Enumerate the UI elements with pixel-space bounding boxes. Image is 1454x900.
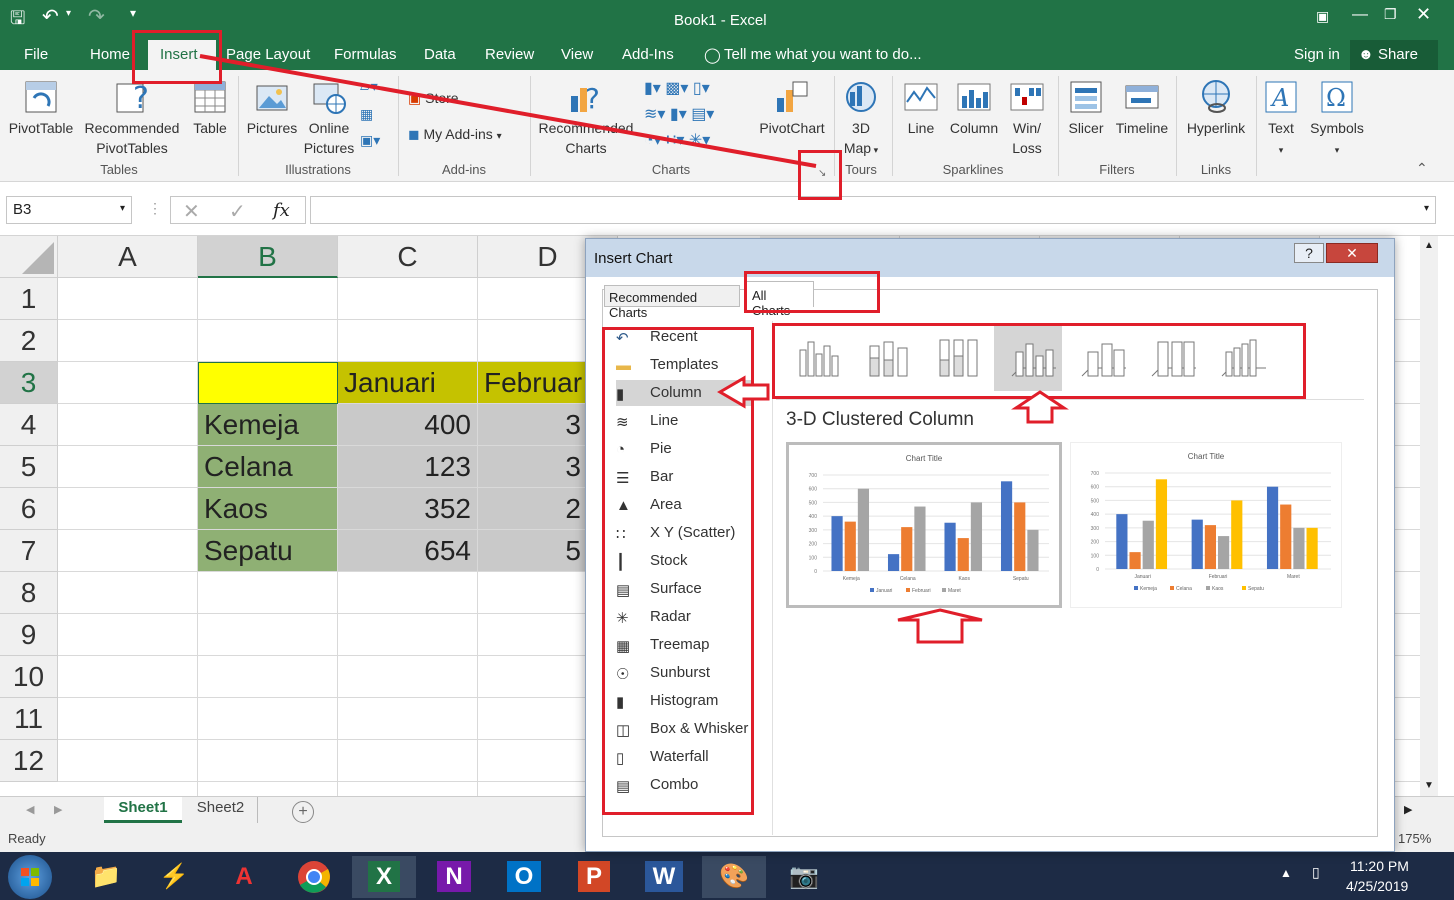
annotation-arrow-up-2 xyxy=(897,608,983,644)
annotation-arrow-line xyxy=(199,54,817,168)
annotation-overlay xyxy=(199,54,1069,644)
annotation-arrow-left xyxy=(717,375,770,409)
annotation-arrow-up-1 xyxy=(1011,390,1069,424)
